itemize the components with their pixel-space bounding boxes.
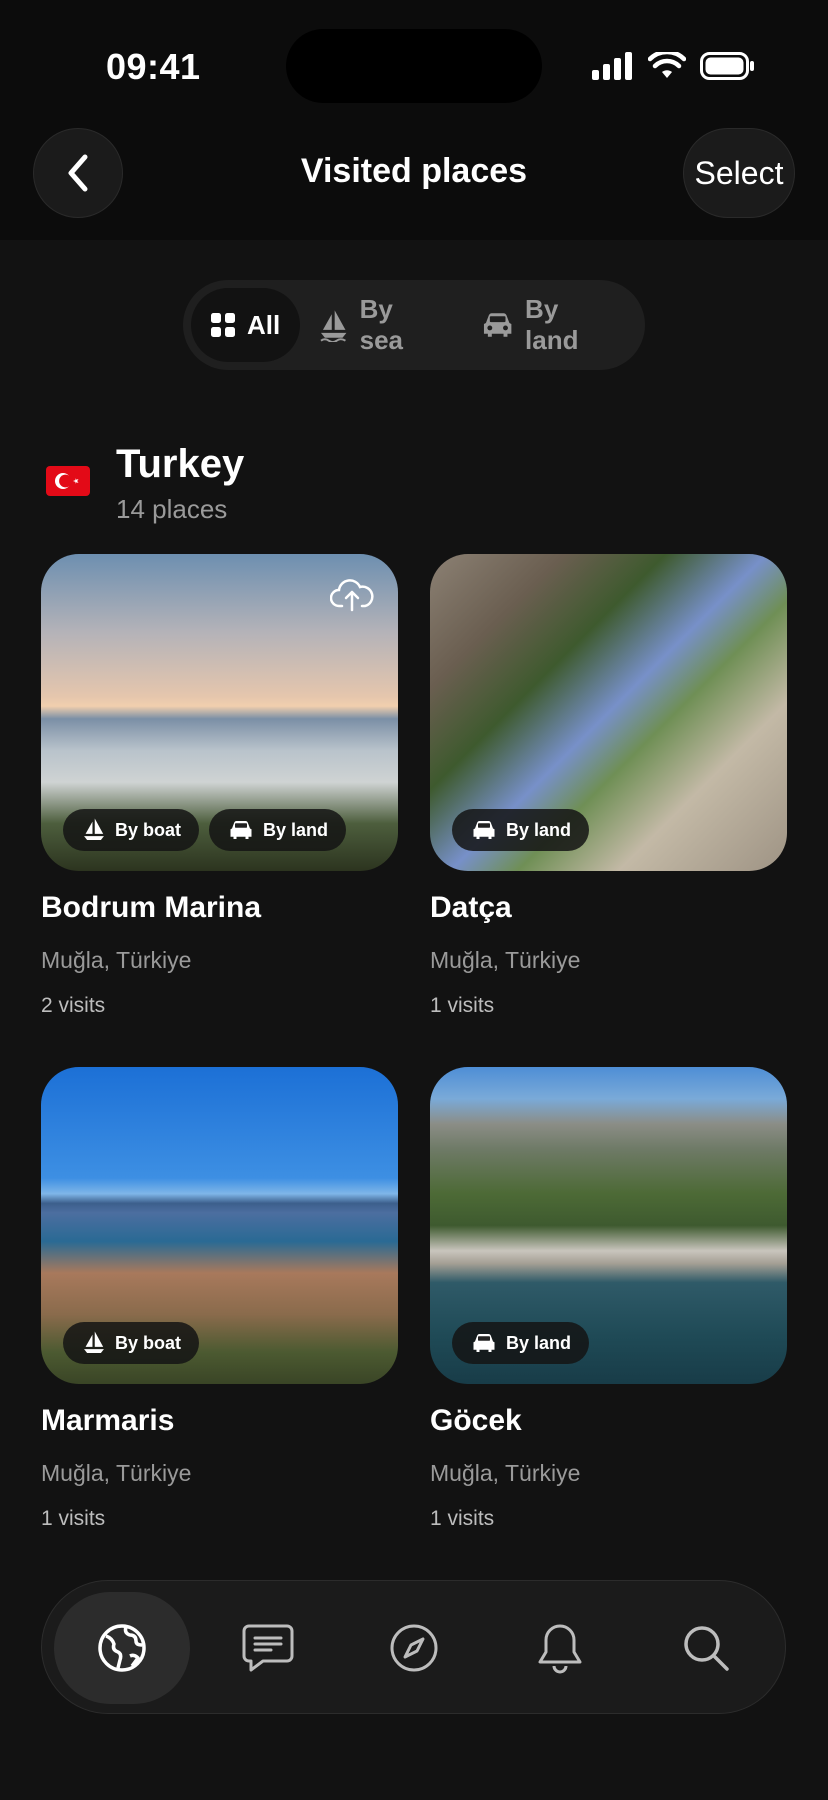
badge-by-land: By land bbox=[209, 809, 347, 851]
place-location: Muğla, Türkiye bbox=[430, 1460, 581, 1486]
place-visits: 1 visits bbox=[430, 994, 495, 1017]
country-title: Turkey bbox=[116, 442, 245, 486]
place-card-gocek[interactable]: By land Göcek Muğla, Türkiye 1 visits bbox=[430, 1067, 787, 1531]
place-location: Muğla, Türkiye bbox=[41, 1460, 192, 1486]
badge-by-boat: By boat bbox=[63, 809, 200, 851]
place-location: Muğla, Türkiye bbox=[430, 947, 581, 973]
badge-by-land: By land bbox=[452, 809, 590, 851]
badge-by-boat: By boat bbox=[63, 1322, 200, 1364]
transport-badges: By land bbox=[452, 809, 590, 851]
place-visits: 1 visits bbox=[430, 1507, 495, 1530]
cellular-signal-icon bbox=[592, 52, 632, 80]
badge-label: By boat bbox=[115, 1332, 182, 1353]
status-icons bbox=[592, 50, 756, 82]
tab-globe[interactable] bbox=[54, 1592, 190, 1704]
compass-icon bbox=[390, 1624, 438, 1672]
badge-label: By land bbox=[506, 819, 572, 840]
car-icon bbox=[483, 313, 512, 337]
top-bar: 09:41 Visited places Select bbox=[0, 0, 828, 240]
tab-search[interactable] bbox=[638, 1592, 774, 1704]
badge-label: By land bbox=[263, 819, 329, 840]
car-icon bbox=[473, 1334, 495, 1352]
transport-filter: All By sea By land bbox=[183, 280, 645, 370]
badge-label: By boat bbox=[115, 819, 182, 840]
filter-by-sea[interactable]: By sea bbox=[300, 288, 461, 362]
bottom-tab-bar bbox=[41, 1580, 786, 1714]
badge-label: By land bbox=[506, 1332, 572, 1353]
turkey-flag-icon bbox=[46, 466, 90, 496]
place-photo: By land bbox=[430, 1067, 787, 1384]
globe-icon bbox=[98, 1624, 146, 1672]
transport-badges: By boat bbox=[63, 1322, 200, 1364]
status-time: 09:41 bbox=[106, 46, 201, 87]
places-count: 14 places bbox=[116, 494, 228, 524]
select-button[interactable]: Select bbox=[683, 128, 795, 218]
search-icon bbox=[684, 1626, 729, 1671]
place-name: Bodrum Marina bbox=[41, 891, 262, 924]
dynamic-island bbox=[286, 29, 542, 103]
wifi-icon bbox=[648, 52, 686, 78]
place-name: Marmaris bbox=[41, 1404, 175, 1437]
place-photo: By boat bbox=[41, 1067, 398, 1384]
place-photo: By boat By land bbox=[41, 554, 398, 871]
place-name: Göcek bbox=[430, 1404, 522, 1437]
chat-icon bbox=[242, 1624, 294, 1672]
transport-badges: By boat By land bbox=[63, 809, 347, 851]
bell-icon bbox=[538, 1624, 582, 1674]
badge-by-land: By land bbox=[452, 1322, 590, 1364]
place-visits: 2 visits bbox=[41, 994, 106, 1017]
battery-icon bbox=[700, 52, 754, 80]
filter-by-sea-label: By sea bbox=[359, 294, 404, 355]
place-card-datca[interactable]: By land Datça Muğla, Türkiye 1 visits bbox=[430, 554, 787, 1018]
place-card-bodrum-marina[interactable]: By boat By land Bodrum Marina Muğla, Tür… bbox=[41, 554, 398, 1018]
car-icon bbox=[230, 821, 252, 839]
filter-by-land[interactable]: By land bbox=[462, 288, 637, 362]
filter-all[interactable]: All bbox=[191, 288, 301, 362]
place-name: Datça bbox=[430, 891, 512, 924]
sailboat-icon bbox=[320, 310, 347, 342]
sailboat-icon bbox=[84, 1331, 104, 1353]
place-location: Muğla, Türkiye bbox=[41, 947, 192, 973]
tab-notifications[interactable] bbox=[492, 1592, 628, 1704]
filter-by-land-label: By land bbox=[525, 294, 579, 355]
tab-explore[interactable] bbox=[346, 1592, 482, 1704]
sailboat-icon bbox=[84, 818, 104, 840]
grid-icon bbox=[211, 313, 235, 337]
tab-messages[interactable] bbox=[200, 1592, 336, 1704]
place-card-marmaris[interactable]: By boat Marmaris Muğla, Türkiye 1 visits bbox=[41, 1067, 398, 1531]
place-visits: 1 visits bbox=[41, 1507, 106, 1530]
place-photo: By land bbox=[430, 554, 787, 871]
transport-badges: By land bbox=[452, 1322, 590, 1364]
filter-all-label: All bbox=[247, 309, 281, 340]
car-icon bbox=[473, 821, 495, 839]
cloud-upload-icon bbox=[330, 579, 374, 612]
